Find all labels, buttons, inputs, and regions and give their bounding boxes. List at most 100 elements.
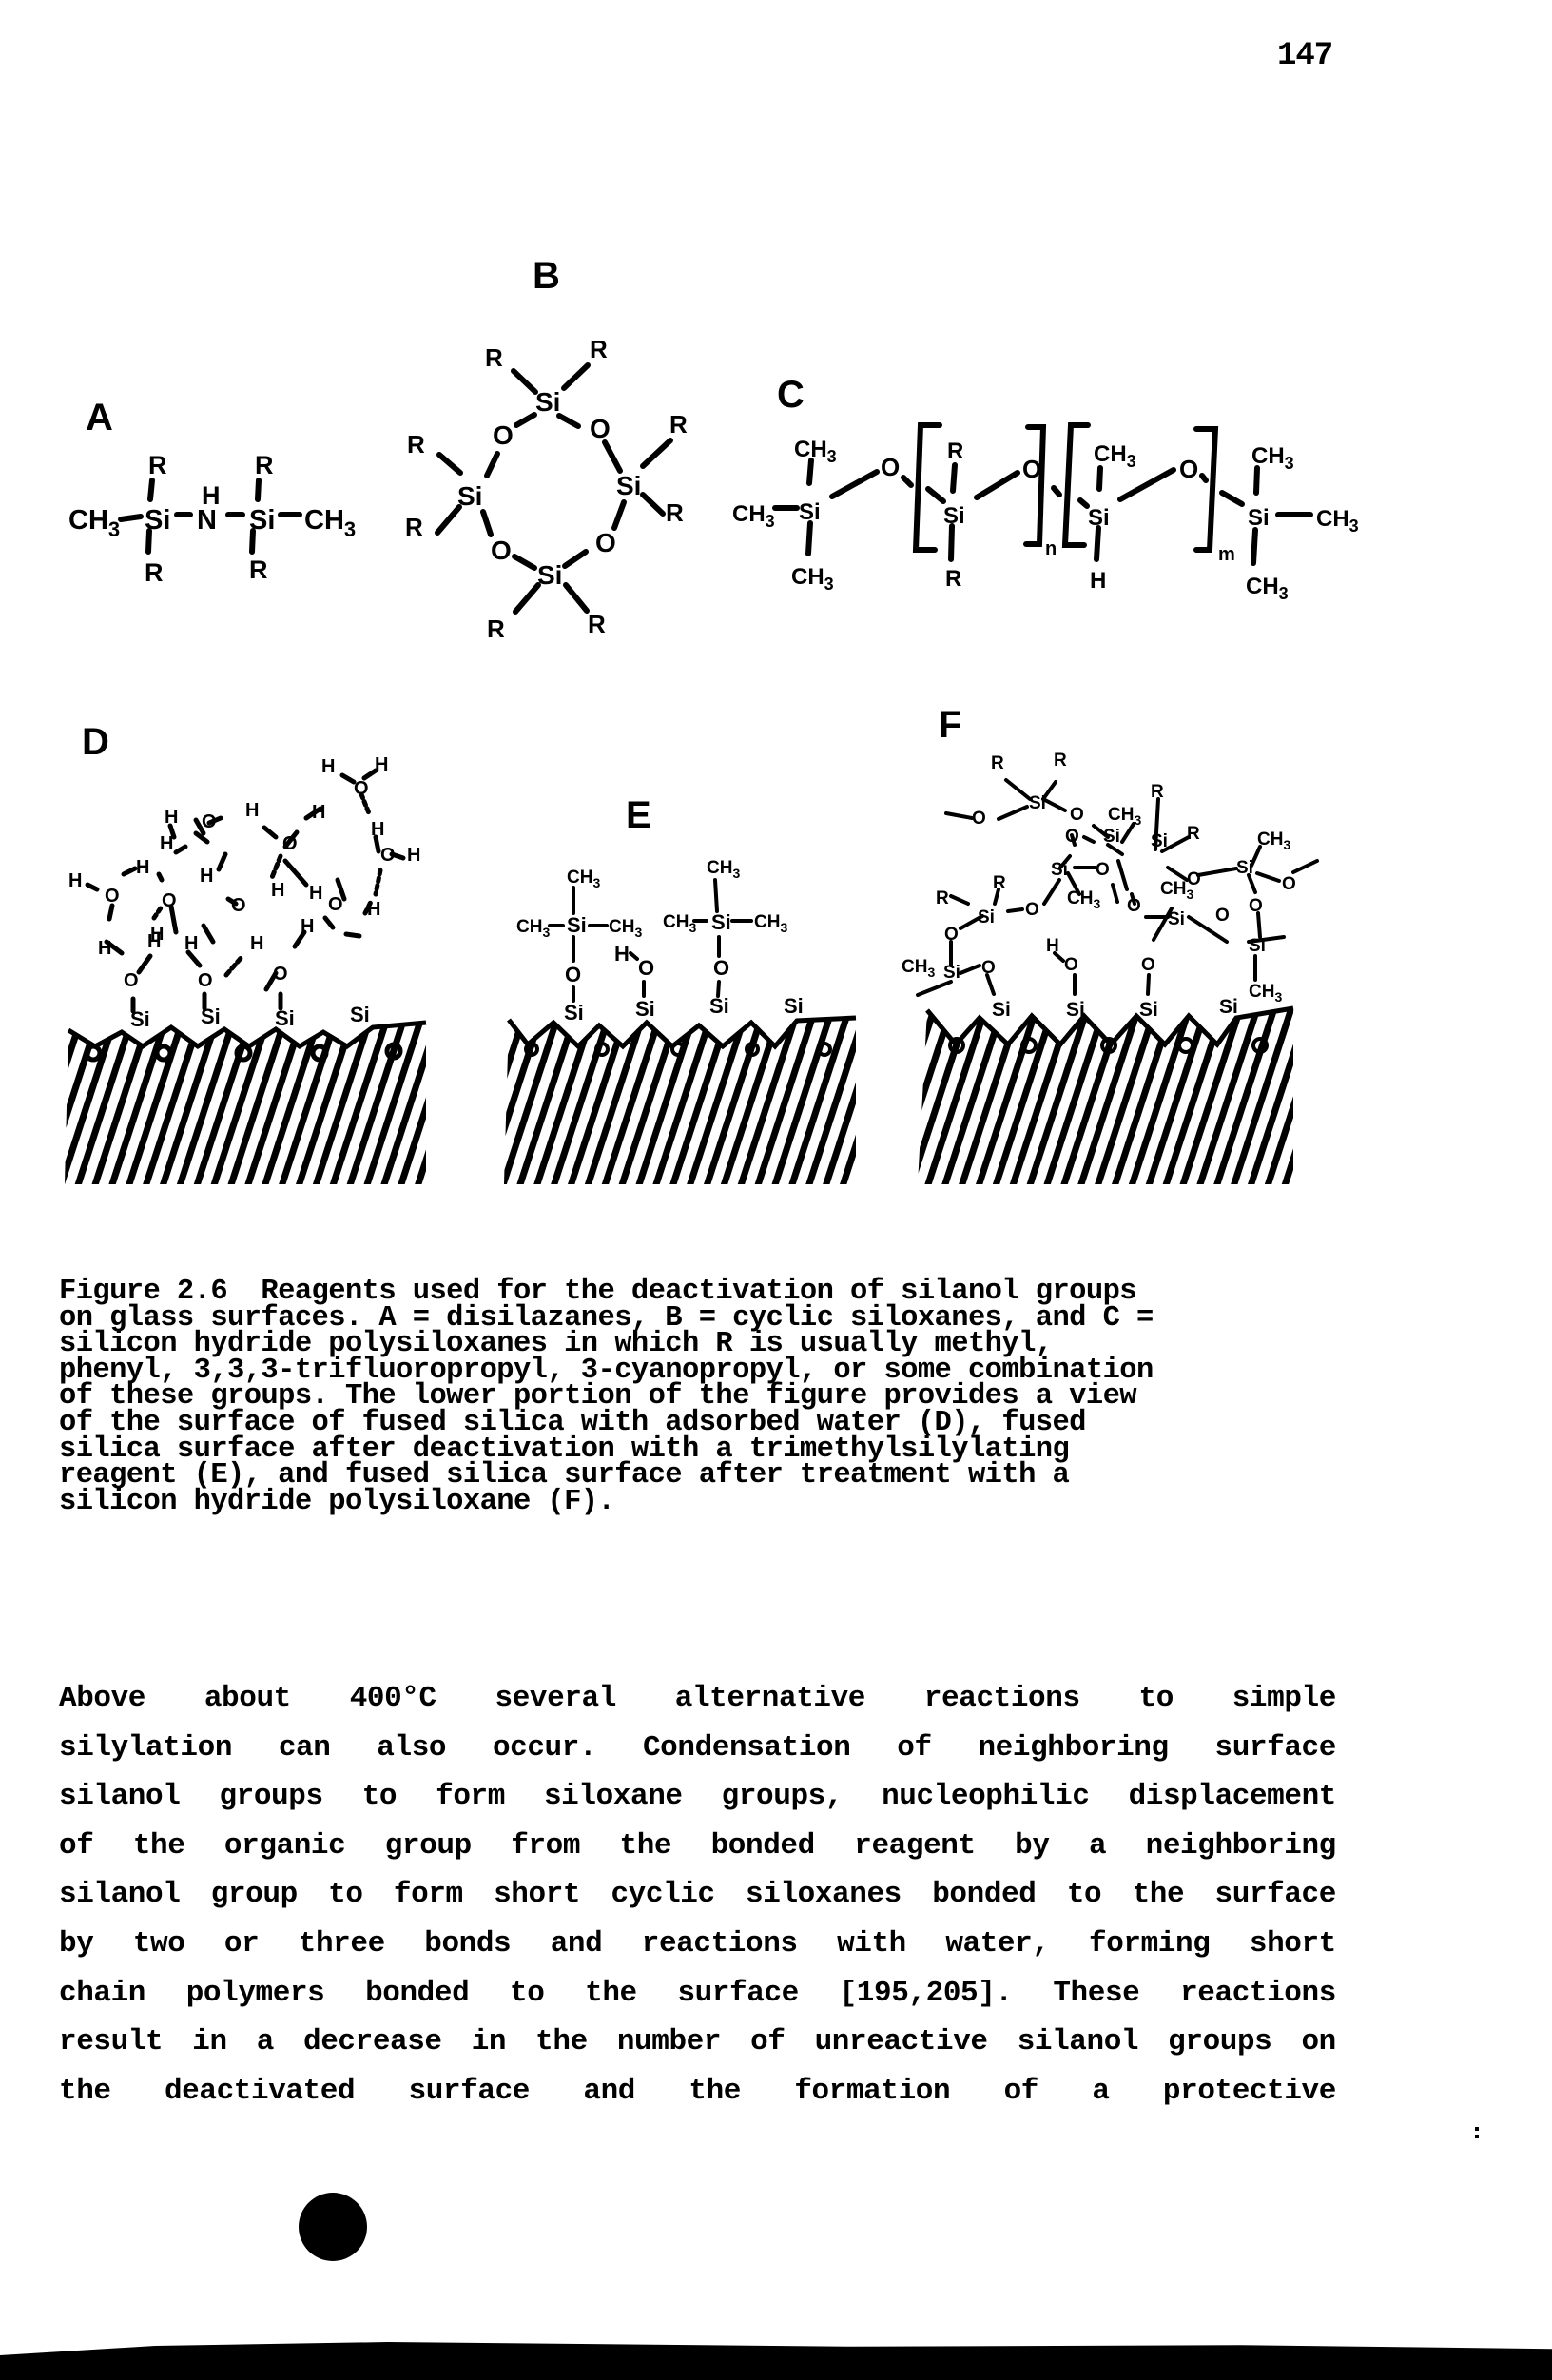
atom-ch3: CH3 xyxy=(663,912,696,935)
atom-o: O xyxy=(881,453,900,481)
word: two xyxy=(132,1926,185,1961)
word: polymers xyxy=(185,1976,325,2010)
atom-o: O xyxy=(491,536,512,565)
atom-h: H xyxy=(271,880,284,901)
word: about xyxy=(204,1682,291,1715)
atom-ch3: CH3 xyxy=(1246,574,1289,603)
atom-h: H xyxy=(160,833,173,854)
word: and xyxy=(583,2074,635,2108)
atom-o: O xyxy=(105,886,120,907)
word: or xyxy=(223,1926,260,1961)
word: decrease xyxy=(303,2025,442,2059)
atom-r: R xyxy=(485,343,503,372)
atom-r: R xyxy=(669,410,688,439)
atom-h: H xyxy=(614,942,630,966)
word: silanol xyxy=(59,1878,181,1912)
silica-surface-hatch xyxy=(918,1008,1293,1184)
atom-o: O xyxy=(354,778,369,799)
atom-si: Si xyxy=(1139,999,1158,1021)
word: to xyxy=(510,1976,545,2010)
atom-h: H xyxy=(407,845,420,866)
word: of xyxy=(897,1730,932,1765)
atom-ch3: CH3 xyxy=(609,917,642,940)
atom-si: Si xyxy=(564,1001,584,1024)
word: occur. xyxy=(492,1730,597,1765)
body-line: of the organic group from the bonded reagent by a… xyxy=(59,1822,1336,1871)
atom-ch3: CH3 xyxy=(516,917,550,940)
atom-h: H xyxy=(150,924,164,945)
word: and xyxy=(550,1926,603,1961)
word: organic xyxy=(223,1828,346,1863)
atom-h: H xyxy=(202,481,221,510)
panel-label-b: B xyxy=(533,255,560,297)
panel-a: A CH3 Si N H Si CH3 R R R R xyxy=(68,397,356,587)
atom-si: Si xyxy=(978,907,995,927)
word: alternative xyxy=(674,1682,866,1715)
atom-o: O xyxy=(1249,896,1263,916)
word: of xyxy=(1003,2074,1039,2108)
word: bonded xyxy=(365,1976,470,2010)
atom-r: R xyxy=(487,615,505,643)
atom-o: O xyxy=(493,420,514,450)
atom-ch3: CH3 xyxy=(1251,443,1294,473)
word: also xyxy=(377,1730,447,1765)
word: of xyxy=(750,2025,786,2059)
atom-h: H xyxy=(309,883,322,904)
atom-h: H xyxy=(301,916,314,937)
word: groups xyxy=(1168,2025,1272,2059)
atom-si: Si xyxy=(992,999,1011,1021)
word: a xyxy=(1089,1828,1107,1863)
figure-caption: Figure 2.6 Reagents used for the deactiv… xyxy=(59,1278,1333,1516)
word: with xyxy=(837,1926,906,1961)
atom-h: H xyxy=(200,866,213,887)
atom-ch3: CH3 xyxy=(732,501,775,531)
word: bonds xyxy=(424,1926,512,1961)
atom-o: O xyxy=(1282,874,1296,894)
word: in xyxy=(192,2025,227,2059)
atom-si: Si xyxy=(1051,860,1068,880)
word: formation xyxy=(794,2074,951,2108)
atom-h: H xyxy=(68,870,82,891)
word: reactions xyxy=(1180,1976,1336,2010)
body-line: by two or three bonds and reactions with water, f… xyxy=(59,1920,1336,1969)
body-line: result in a decrease in the number of unreactive… xyxy=(59,2018,1336,2067)
word: surface xyxy=(1214,1730,1337,1765)
word: to xyxy=(361,1780,398,1814)
word: from xyxy=(511,1828,581,1863)
word: groups xyxy=(219,1780,323,1814)
atom-o: O xyxy=(590,414,611,443)
word: on xyxy=(1301,2025,1336,2059)
figure-2-6: A CH3 Si N H Si CH3 R R R R B Si O O Si … xyxy=(0,0,1552,1237)
atom-si: Si xyxy=(537,560,562,590)
word: the xyxy=(132,1828,185,1863)
word: chain xyxy=(59,1976,146,2010)
atom-o: O xyxy=(282,833,298,854)
atom-si: Si xyxy=(799,499,821,525)
word: surface xyxy=(677,1976,799,2010)
panel-label-f: F xyxy=(939,704,961,746)
atom-ch3: CH3 xyxy=(791,564,834,594)
atom-si: Si xyxy=(1168,909,1185,929)
word: groups, xyxy=(721,1780,844,1814)
word: neighboring xyxy=(1145,1828,1337,1863)
body-line: Above about 400°C several alternative reactio… xyxy=(59,1674,1336,1724)
atom-o: O xyxy=(162,890,177,911)
word: siloxanes xyxy=(746,1878,902,1912)
atom-ch3: CH3 xyxy=(1249,982,1282,1005)
atom-h: H xyxy=(250,933,263,954)
word: short xyxy=(1249,1926,1336,1961)
word: to xyxy=(1066,1878,1102,1912)
atom-o: O xyxy=(198,970,213,991)
word: bonded xyxy=(932,1878,1037,1912)
atom-h: H xyxy=(1090,568,1106,594)
word: reactions xyxy=(923,1682,1080,1715)
atom-si: Si xyxy=(567,913,587,937)
word: the xyxy=(585,1976,637,2010)
atom-ch3: CH3 xyxy=(1108,805,1141,828)
word: bonded xyxy=(710,1828,816,1863)
atom-h: H xyxy=(371,819,384,840)
word: the xyxy=(59,2074,111,2108)
atom-o: O xyxy=(713,956,729,980)
word: simple xyxy=(1232,1682,1337,1715)
word: form xyxy=(436,1780,505,1814)
